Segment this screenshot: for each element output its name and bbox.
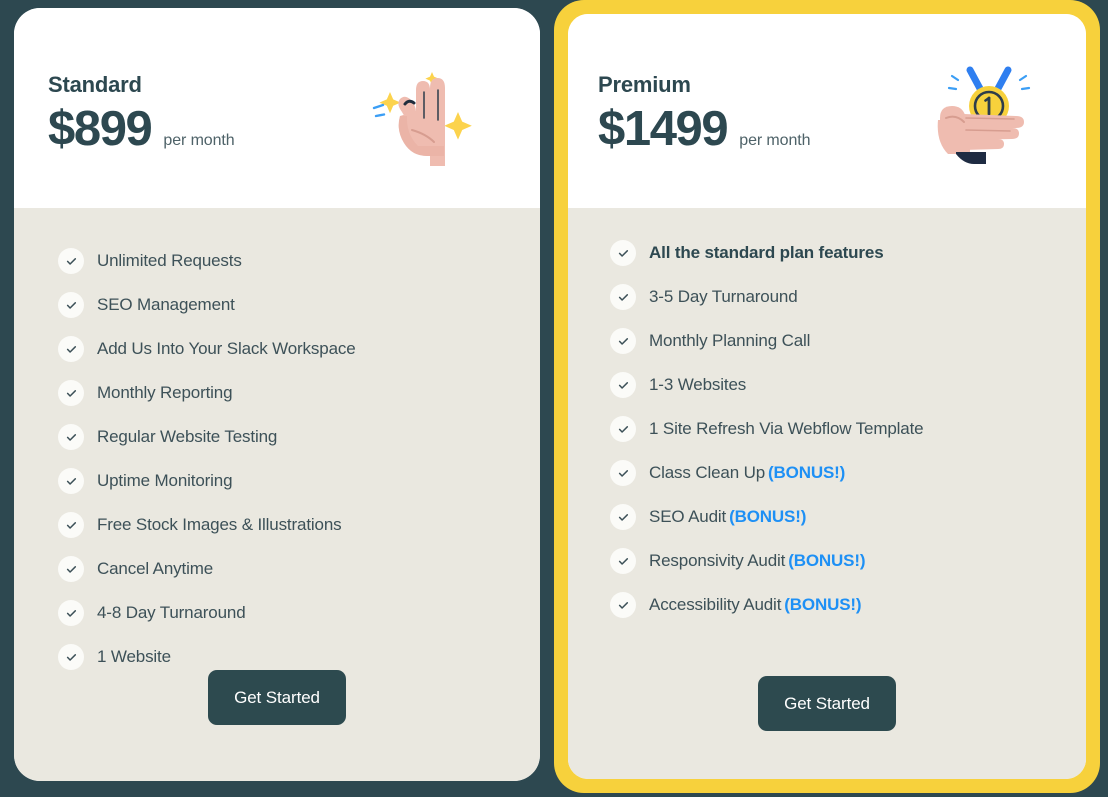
check-icon bbox=[610, 284, 636, 310]
cta-area-premium: Get Started bbox=[600, 676, 1054, 779]
feature-item: 3-5 Day Turnaround bbox=[610, 284, 1054, 310]
plan-name: Standard bbox=[48, 72, 142, 97]
bonus-badge: (BONUS!) bbox=[784, 595, 862, 615]
plan-price-row: $899 per month bbox=[48, 105, 235, 154]
feature-item: SEO Management bbox=[58, 292, 506, 318]
check-icon bbox=[610, 328, 636, 354]
check-icon bbox=[58, 292, 84, 318]
feature-item: Regular Website Testing bbox=[58, 424, 506, 450]
pricing-card-premium: Premium $1499 per month All the standard… bbox=[554, 0, 1100, 793]
get-started-button-standard[interactable]: Get Started bbox=[208, 670, 346, 725]
feature-label: 1 Site Refresh Via Webflow Template bbox=[649, 419, 924, 439]
feature-label: Monthly Planning Call bbox=[649, 331, 811, 351]
feature-label: Monthly Reporting bbox=[97, 383, 233, 403]
feature-label: 1-3 Websites bbox=[649, 375, 747, 395]
check-icon bbox=[610, 460, 636, 486]
get-started-button-premium[interactable]: Get Started bbox=[758, 676, 896, 731]
feature-item: Free Stock Images & Illustrations bbox=[58, 512, 506, 538]
check-icon bbox=[58, 468, 84, 494]
feature-item: Add Us Into Your Slack Workspace bbox=[58, 336, 506, 362]
feature-label: All the standard plan features bbox=[649, 243, 884, 263]
feature-item: 1-3 Websites bbox=[610, 372, 1054, 398]
check-icon bbox=[610, 372, 636, 398]
feature-item: SEO Audit (BONUS!) bbox=[610, 504, 1054, 530]
plan-body-premium: All the standard plan features 3-5 Day T… bbox=[568, 208, 1086, 779]
pricing-card-standard: Standard $899 per month Unlimited Reques… bbox=[14, 8, 540, 781]
plan-price-period: per month bbox=[163, 132, 235, 149]
plan-heading-premium: Premium $1499 per month bbox=[598, 72, 811, 156]
feature-list-premium: All the standard plan features 3-5 Day T… bbox=[600, 240, 1054, 618]
check-icon bbox=[610, 416, 636, 442]
check-icon bbox=[610, 548, 636, 574]
feature-item: Cancel Anytime bbox=[58, 556, 506, 582]
feature-item: Unlimited Requests bbox=[58, 248, 506, 274]
feature-label: Cancel Anytime bbox=[97, 559, 214, 579]
pricing-plans-container: Standard $899 per month Unlimited Reques… bbox=[0, 0, 1108, 797]
feature-item: Accessibility Audit (BONUS!) bbox=[610, 592, 1054, 618]
feature-item: 1 Site Refresh Via Webflow Template bbox=[610, 416, 1054, 442]
bonus-badge: (BONUS!) bbox=[788, 551, 866, 571]
plan-heading-standard: Standard $899 per month bbox=[48, 74, 235, 154]
card-inner-premium: Premium $1499 per month All the standard… bbox=[568, 14, 1086, 779]
feature-label: 4-8 Day Turnaround bbox=[97, 603, 246, 623]
check-icon bbox=[610, 592, 636, 618]
plan-price-period: per month bbox=[739, 132, 811, 149]
check-icon bbox=[610, 240, 636, 266]
bonus-badge: (BONUS!) bbox=[729, 507, 807, 527]
hand-gold-medal-icon bbox=[930, 62, 1040, 182]
plan-price-amount: $1499 bbox=[598, 102, 729, 156]
feature-label: Accessibility Audit (BONUS!) bbox=[649, 595, 862, 615]
feature-item: Responsivity Audit (BONUS!) bbox=[610, 548, 1054, 574]
feature-label: 3-5 Day Turnaround bbox=[649, 287, 798, 307]
plan-price-row: $1499 per month bbox=[598, 102, 811, 156]
check-icon bbox=[58, 600, 84, 626]
feature-item: Monthly Reporting bbox=[58, 380, 506, 406]
feature-list-standard: Unlimited Requests SEO Management Add Us… bbox=[48, 248, 506, 670]
plan-name: Premium bbox=[598, 72, 691, 97]
check-icon bbox=[58, 424, 84, 450]
feature-label: 1 Website bbox=[97, 647, 171, 667]
feature-item: All the standard plan features bbox=[610, 240, 1054, 266]
feature-item: Monthly Planning Call bbox=[610, 328, 1054, 354]
feature-label: SEO Audit (BONUS!) bbox=[649, 507, 807, 527]
feature-item: Uptime Monitoring bbox=[58, 468, 506, 494]
check-icon bbox=[58, 644, 84, 670]
check-icon bbox=[58, 512, 84, 538]
check-icon bbox=[58, 248, 84, 274]
feature-item: 1 Website bbox=[58, 644, 506, 670]
cta-area-standard: Get Started bbox=[48, 670, 506, 781]
plan-header-standard: Standard $899 per month bbox=[14, 8, 540, 208]
feature-label: Responsivity Audit (BONUS!) bbox=[649, 551, 866, 571]
feature-label: Free Stock Images & Illustrations bbox=[97, 515, 342, 535]
feature-label: Add Us Into Your Slack Workspace bbox=[97, 339, 356, 359]
feature-item: Class Clean Up (BONUS!) bbox=[610, 460, 1054, 486]
check-icon bbox=[58, 556, 84, 582]
card-inner-standard: Standard $899 per month Unlimited Reques… bbox=[14, 8, 540, 781]
feature-item: 4-8 Day Turnaround bbox=[58, 600, 506, 626]
feature-label: SEO Management bbox=[97, 295, 235, 315]
feature-label: Uptime Monitoring bbox=[97, 471, 233, 491]
ok-hand-sparkles-icon bbox=[372, 64, 482, 184]
plan-body-standard: Unlimited Requests SEO Management Add Us… bbox=[14, 208, 540, 781]
plan-header-premium: Premium $1499 per month bbox=[568, 14, 1086, 208]
check-icon bbox=[58, 336, 84, 362]
feature-label: Regular Website Testing bbox=[97, 427, 278, 447]
feature-label: Unlimited Requests bbox=[97, 251, 242, 271]
plan-price-amount: $899 bbox=[48, 102, 153, 156]
check-icon bbox=[610, 504, 636, 530]
bonus-badge: (BONUS!) bbox=[768, 463, 846, 483]
check-icon bbox=[58, 380, 84, 406]
feature-label: Class Clean Up (BONUS!) bbox=[649, 463, 846, 483]
